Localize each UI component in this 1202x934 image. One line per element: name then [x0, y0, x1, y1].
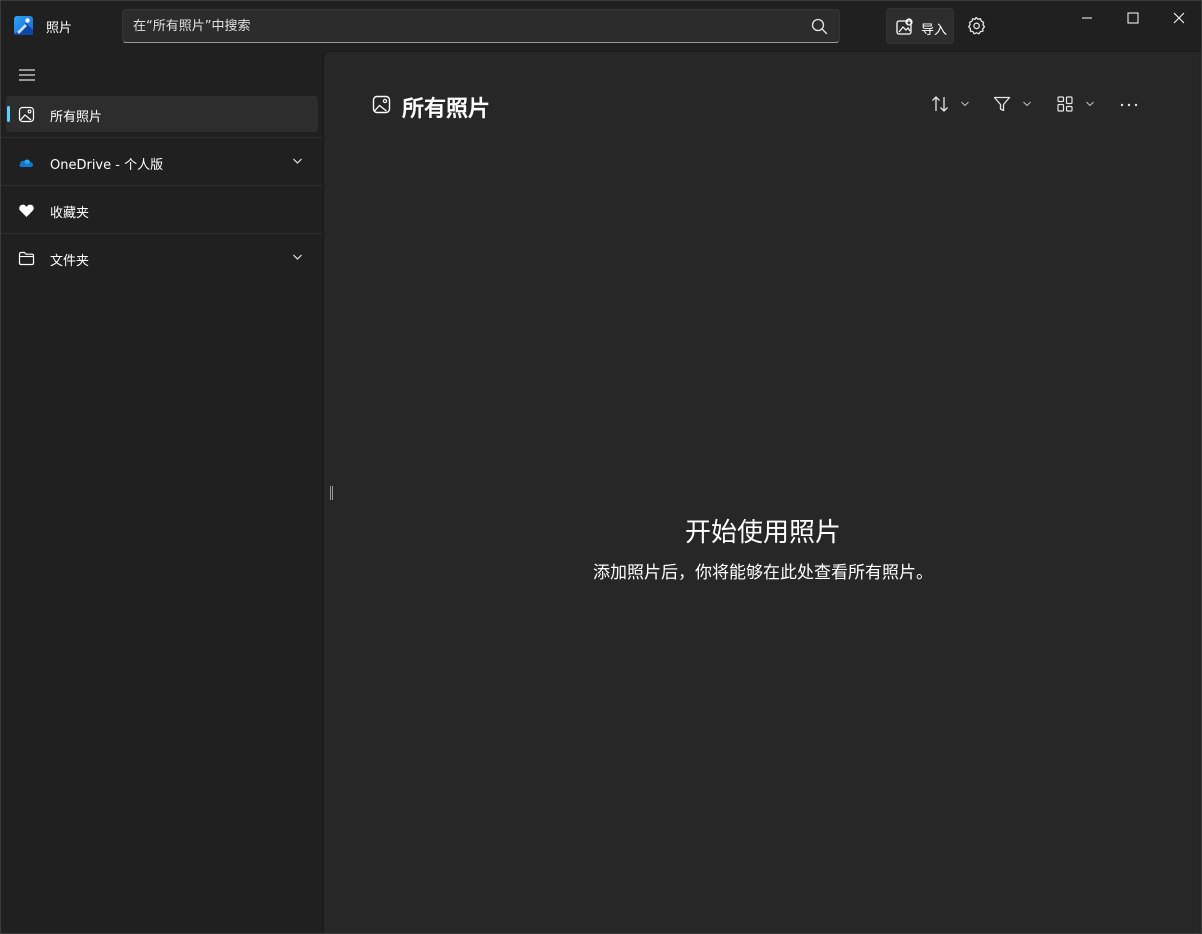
import-button[interactable]: 导入 — [886, 8, 954, 44]
chevron-down-icon — [1023, 101, 1031, 107]
folder-icon — [18, 251, 35, 266]
empty-state-title: 开始使用照片 — [684, 518, 841, 548]
close-button[interactable] — [1156, 1, 1202, 35]
photos-window: 照片 导入 — [0, 0, 1202, 934]
sort-arrows-icon — [932, 96, 948, 112]
maximize-button[interactable] — [1110, 1, 1156, 35]
search-box[interactable] — [122, 9, 840, 43]
page-title: 所有照片 — [402, 97, 491, 122]
settings-gear-icon[interactable] — [966, 16, 986, 36]
more-ellipsis-icon — [1120, 103, 1138, 107]
minimize-button[interactable] — [1064, 1, 1110, 35]
photo-icon — [372, 95, 391, 114]
empty-state-subtitle: 添加照片后，你将能够在此处查看所有照片。 — [593, 563, 933, 583]
hamburger-menu-icon[interactable] — [18, 68, 36, 82]
filter-funnel-icon — [993, 96, 1011, 112]
chevron-down-icon — [1086, 101, 1094, 107]
search-icon[interactable] — [811, 18, 828, 35]
view-layout-button[interactable] — [1055, 94, 1097, 114]
sidebar-item-label: 收藏夹 — [50, 206, 90, 221]
import-label: 导入 — [921, 23, 948, 38]
grid-layout-icon — [1057, 96, 1073, 112]
more-options-button[interactable] — [1118, 94, 1140, 114]
selection-indicator — [7, 106, 10, 122]
photo-icon — [18, 106, 35, 123]
divider — [1, 137, 323, 138]
onedrive-cloud-icon — [19, 159, 34, 167]
sidebar-item-label: 文件夹 — [50, 254, 90, 269]
filter-button[interactable] — [992, 94, 1034, 114]
chevron-down-icon — [961, 101, 969, 107]
chevron-down-icon[interactable] — [292, 253, 303, 261]
divider — [1, 233, 323, 234]
divider — [1, 185, 323, 186]
chevron-down-icon[interactable] — [292, 157, 303, 165]
pane-resize-handle[interactable] — [329, 486, 334, 500]
sort-button[interactable] — [930, 94, 972, 114]
search-input[interactable] — [133, 17, 793, 35]
title-bar: 照片 导入 — [1, 1, 1201, 51]
photos-app-icon — [14, 16, 33, 35]
import-photo-icon — [896, 18, 913, 35]
sidebar-item-label: OneDrive - 个人版 — [50, 158, 164, 173]
window-edge — [1199, 51, 1201, 933]
sidebar-item-label: 所有照片 — [50, 110, 103, 125]
main-content: 所有照片 开始使用照片 添加照片后，你将能够在此处查看所有照片。 — [323, 51, 1201, 933]
app-title: 照片 — [46, 21, 73, 36]
sidebar-item-folders[interactable]: 文件夹 — [1, 240, 323, 288]
navigation-sidebar: 所有照片 OneDrive - 个人版 收藏夹 文件夹 — [1, 51, 323, 933]
heart-icon — [19, 204, 34, 217]
